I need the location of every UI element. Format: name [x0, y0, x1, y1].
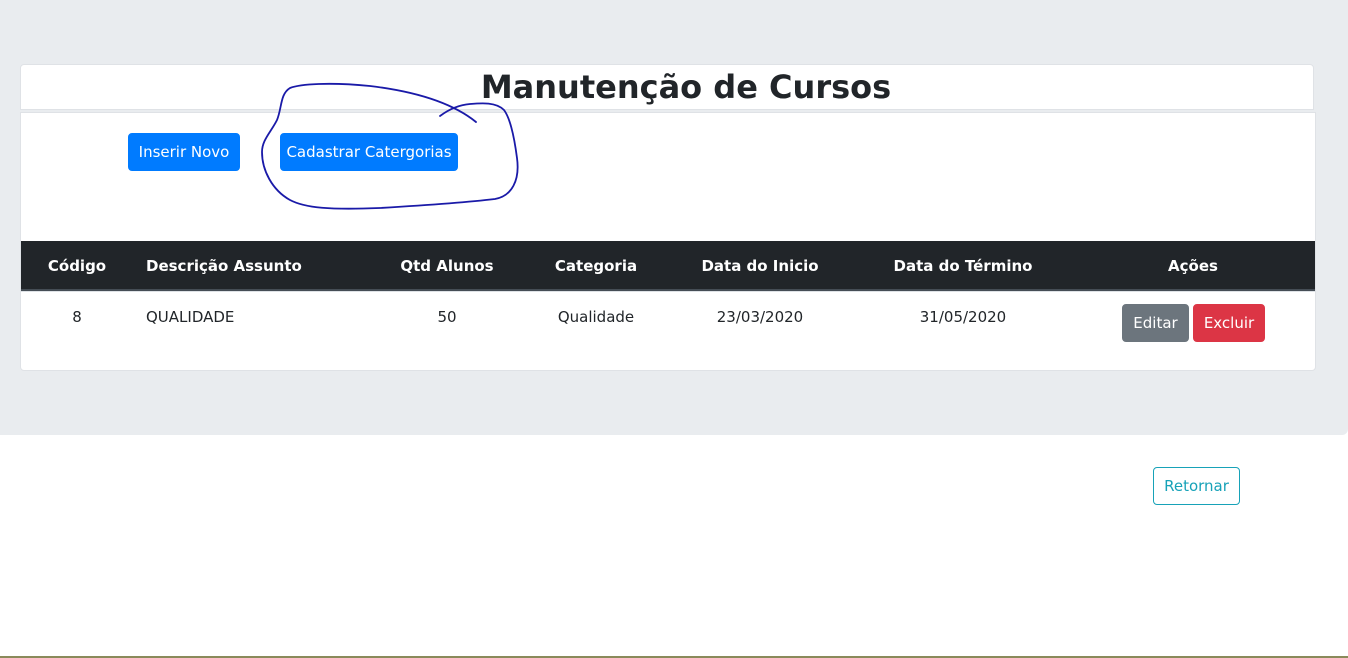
header-categoria: Categoria	[554, 257, 638, 275]
insert-new-button[interactable]: Inserir Novo	[128, 133, 240, 171]
cell-descricao: QUALIDADE	[146, 308, 235, 326]
cell-data-termino: 31/05/2020	[919, 308, 1007, 326]
card-header: Manutenção de Cursos	[20, 64, 1314, 110]
row-separator	[21, 291, 1315, 292]
cell-qtd-alunos: 50	[437, 308, 457, 326]
cell-data-inicio: 23/03/2020	[716, 308, 804, 326]
return-button[interactable]: Retornar	[1153, 467, 1240, 505]
header-acoes: Ações	[1168, 257, 1218, 275]
page-title: Manutenção de Cursos	[480, 68, 892, 106]
register-categories-button[interactable]: Cadastrar Catergorias	[280, 133, 458, 171]
header-qtd-alunos: Qtd Alunos	[400, 257, 494, 275]
table-header-row: Código Descrição Assunto Qtd Alunos Cate…	[21, 241, 1315, 291]
jumbotron: Manutenção de Cursos Inserir Novo Cadast…	[0, 0, 1348, 435]
header-descricao: Descrição Assunto	[146, 257, 302, 275]
cell-categoria: Qualidade	[557, 308, 635, 326]
header-data-inicio: Data do Inicio	[701, 257, 819, 275]
delete-button[interactable]: Excluir	[1193, 304, 1265, 342]
cell-codigo: 8	[72, 308, 82, 326]
edit-button[interactable]: Editar	[1122, 304, 1189, 342]
header-codigo: Código	[47, 257, 107, 275]
header-data-termino: Data do Término	[893, 257, 1033, 275]
